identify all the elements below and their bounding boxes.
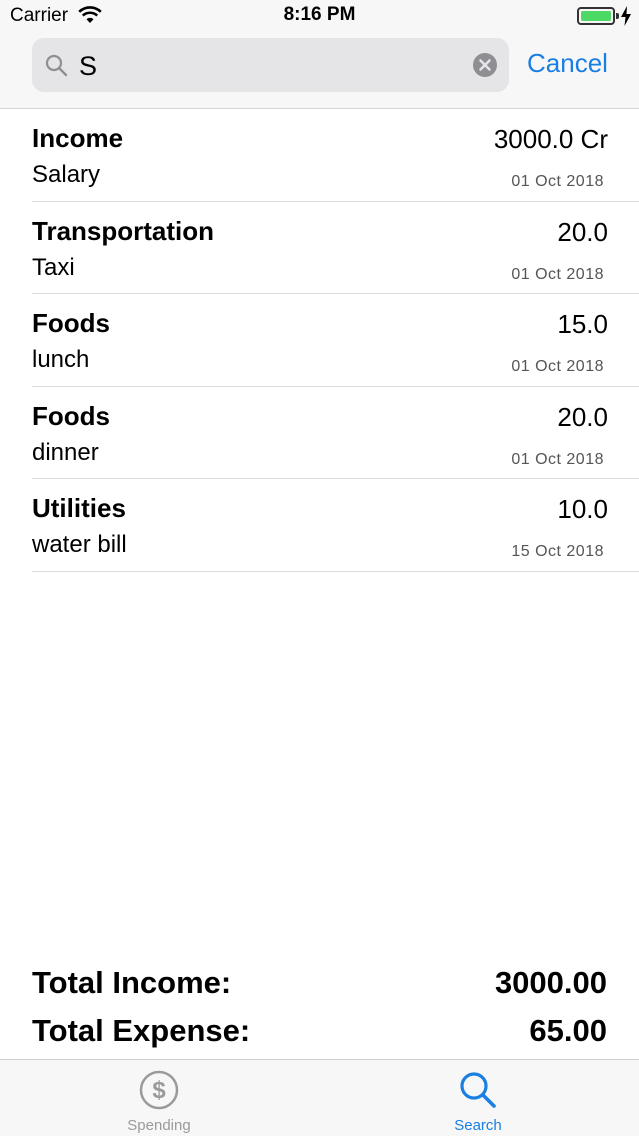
- total-expense-line: Total Expense: 65.00: [32, 1013, 607, 1061]
- date-label: 01 Oct 2018: [511, 173, 604, 190]
- note-label: Salary: [32, 161, 101, 188]
- tab-search-label: Search: [454, 1117, 502, 1134]
- battery-icon: [577, 7, 619, 25]
- tab-spending-label: Spending: [127, 1117, 191, 1134]
- note-label: lunch: [32, 346, 90, 373]
- amount-label: 10.0: [557, 494, 608, 524]
- date-label: 01 Oct 2018: [511, 450, 604, 468]
- note-label: water bill: [32, 531, 127, 558]
- note-label: dinner: [32, 438, 99, 466]
- total-income-line: Total Income: 3000.00: [32, 965, 607, 1013]
- search-header: S Cancel: [0, 34, 639, 109]
- category-label: Transportation: [32, 215, 215, 246]
- clear-search-icon[interactable]: [473, 53, 497, 77]
- transaction-list: Income 3000.0 Cr Salary 01 Oct 2018 Tran…: [0, 109, 639, 572]
- transaction-row[interactable]: Transportation 20.0 Taxi 01 Oct 2018: [32, 202, 639, 294]
- transaction-row[interactable]: Income 3000.0 Cr Salary 01 Oct 2018: [32, 109, 639, 202]
- charging-bolt-icon: [621, 6, 631, 26]
- tab-spending[interactable]: $ Spending: [59, 1060, 259, 1136]
- category-label: Utilities: [32, 493, 126, 523]
- tab-search[interactable]: Search: [378, 1060, 578, 1136]
- search-query-text: S: [79, 51, 98, 81]
- amount-label: 20.0: [557, 401, 608, 432]
- date-label: 01 Oct 2018: [511, 265, 604, 283]
- total-income-value: 3000.00: [494, 965, 607, 1000]
- svg-text:$: $: [152, 1077, 166, 1104]
- date-label: 01 Oct 2018: [511, 358, 604, 375]
- app-screen: Carrier 8:16 PM S Cancel Income 3000.0 C…: [0, 0, 639, 1136]
- cancel-button[interactable]: Cancel: [527, 48, 608, 79]
- amount-label: 15.0: [557, 309, 608, 339]
- totals-summary: Total Income: 3000.00 Total Expense: 65.…: [32, 965, 607, 1061]
- amount-label: 20.0: [557, 216, 608, 247]
- category-label: Income: [32, 123, 124, 153]
- tab-bar: $ Spending Search: [0, 1059, 639, 1136]
- date-label: 15 Oct 2018: [511, 543, 604, 560]
- status-bar: Carrier 8:16 PM: [0, 0, 639, 34]
- amount-label: 3000.0 Cr: [493, 124, 608, 154]
- transaction-row[interactable]: Utilities 10.0 water bill 15 Oct 2018: [32, 479, 639, 572]
- transaction-row[interactable]: Foods 20.0 dinner 01 Oct 2018: [32, 387, 639, 479]
- total-expense-value: 65.00: [529, 1013, 607, 1048]
- total-expense-label: Total Expense:: [32, 1013, 251, 1048]
- transaction-row[interactable]: Foods 15.0 lunch 01 Oct 2018: [32, 294, 639, 387]
- dollar-circle-icon: $: [139, 1070, 179, 1110]
- search-input[interactable]: S: [32, 38, 509, 92]
- note-label: Taxi: [32, 253, 75, 281]
- clock: 8:16 PM: [283, 4, 356, 25]
- category-label: Foods: [32, 400, 110, 431]
- search-icon: [45, 54, 68, 77]
- search-icon: [460, 1072, 496, 1108]
- total-income-label: Total Income:: [32, 965, 232, 1000]
- category-label: Foods: [32, 308, 110, 338]
